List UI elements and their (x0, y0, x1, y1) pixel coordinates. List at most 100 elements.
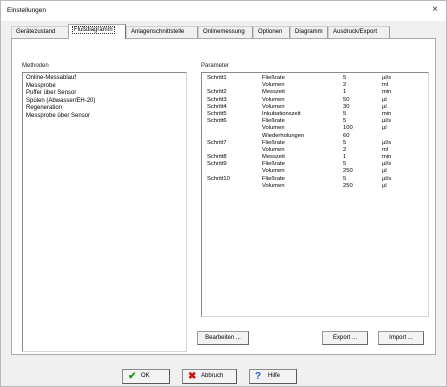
edit-button[interactable]: Bearbeiten ... (197, 331, 249, 345)
check-icon: ✔ (128, 371, 137, 382)
param-name: Volumen (262, 82, 285, 89)
param-step: Schritt5 (207, 110, 227, 117)
tab-panel-flussdiagramm: Methoden Online-Messablauf Messprobe Puf… (11, 38, 436, 355)
table-row[interactable]: Schritt6 Fließrate 5 µl/s (205, 118, 425, 125)
window-title: Einstellungen (7, 7, 47, 14)
param-unit: min (382, 89, 392, 96)
methods-label: Methoden (22, 63, 49, 69)
param-unit: min (382, 154, 392, 161)
list-item[interactable]: Messprobe über Sensor (26, 113, 183, 121)
param-step: Schritt1 (207, 75, 227, 81)
param-name: Volumen (262, 146, 285, 153)
param-name: Volumen (262, 168, 285, 175)
methods-list[interactable]: Online-Messablauf Messprobe Puffer über … (22, 72, 187, 352)
param-name: Fließrate (262, 175, 285, 182)
question-icon: ? (255, 371, 262, 382)
settings-dialog: Einstellungen × Gerätezustand Flußdiagra… (0, 0, 447, 387)
param-step: Schritt9 (207, 161, 227, 168)
export-button[interactable]: Export ... (322, 331, 368, 345)
table-row[interactable]: Volumen 100 µl (205, 125, 425, 132)
param-name: Messzeit (262, 89, 285, 96)
param-step: Schritt2 (207, 89, 227, 96)
ok-button[interactable]: ✔ OK (122, 369, 170, 384)
x-icon: ✖ (188, 371, 197, 382)
param-value: 5 (343, 75, 347, 81)
param-unit: µl (382, 96, 387, 103)
param-value: 50 (343, 96, 350, 103)
help-button[interactable]: ? Hilfe (249, 369, 297, 384)
param-value: 5 (343, 139, 347, 146)
table-row[interactable]: Volumen 2 ml (205, 82, 425, 89)
param-value: 100 (343, 125, 353, 132)
param-name: Fließrate (262, 75, 285, 81)
import-button[interactable]: Import ... (378, 331, 424, 345)
table-row[interactable]: Volumen 2 ml (205, 147, 425, 154)
parameters-list[interactable]: Schritt1 Fließrate 5 µl/s Volumen 2 ml Schritt2… (201, 72, 429, 317)
table-row[interactable]: Volumen 250 µl (205, 168, 425, 175)
table-row[interactable]: Wiederholungen 60 (205, 133, 425, 140)
param-value: 5 (343, 175, 347, 182)
param-step: Schritt10 (207, 175, 230, 182)
list-item[interactable]: Spülen (Abwasser/EH-20) (26, 98, 183, 106)
title-bar: Einstellungen × (1, 1, 446, 21)
table-row[interactable]: Schritt8 Messzeit 1 min (205, 154, 425, 161)
param-unit: µl (382, 182, 387, 189)
param-unit: µl (382, 103, 387, 110)
close-icon[interactable]: × (432, 5, 438, 15)
param-value: 5 (343, 161, 347, 168)
list-item[interactable]: Messprobe (26, 83, 183, 91)
param-unit: µl (382, 125, 387, 132)
param-unit: µl/s (382, 75, 392, 81)
parameters-label: Parameter (201, 63, 230, 69)
table-row[interactable]: Schritt1 Fließrate 5 µl/s (205, 75, 425, 82)
param-value: 5 (343, 118, 347, 125)
tab-strip: Gerätezustand Flußdiagramm Anlagenschnit… (11, 24, 436, 39)
tab-flussdiagramm[interactable]: Flußdiagramm (68, 24, 126, 39)
table-row[interactable]: Volumen 250 µl (205, 183, 425, 190)
param-step: Schritt8 (207, 154, 227, 161)
table-row[interactable]: Schritt10 Fließrate 5 µl/s (205, 176, 425, 183)
param-value: 60 (343, 132, 350, 139)
param-step: Schritt4 (207, 103, 227, 110)
param-value: 2 (343, 82, 347, 89)
table-row[interactable]: Schritt5 Inkubationszeit 5 min (205, 111, 425, 118)
param-step: Schritt7 (207, 139, 227, 146)
param-value: 30 (343, 103, 350, 110)
param-value: 250 (343, 182, 353, 189)
param-unit: µl/s (382, 175, 392, 182)
table-row[interactable]: Schritt7 Fließrate 5 µl/s (205, 140, 425, 147)
param-name: Fließrate (262, 118, 285, 125)
param-value: 250 (343, 168, 353, 175)
dialog-footer: ✔ OK ✖ Abbruch ? Hilfe (1, 364, 446, 386)
param-unit: min (382, 110, 392, 117)
param-name: Fließrate (262, 139, 285, 146)
param-unit: µl/s (382, 118, 392, 125)
param-value: 1 (343, 154, 347, 161)
list-item[interactable]: Puffer über Sensor (26, 90, 183, 98)
param-name: Volumen (262, 182, 285, 189)
param-step: Schritt3 (207, 96, 227, 103)
param-name: Fließrate (262, 161, 285, 168)
table-row[interactable]: Schritt2 Messzeit 1 min (205, 89, 425, 96)
param-step: Schritt6 (207, 118, 227, 125)
param-name: Messzeit (262, 154, 285, 161)
param-unit: ml (382, 146, 389, 153)
cancel-button[interactable]: ✖ Abbruch (182, 369, 237, 384)
param-value: 2 (343, 146, 347, 153)
param-name: Inkubationszeit (262, 110, 301, 117)
param-unit: µl/s (382, 161, 392, 168)
param-value: 1 (343, 89, 347, 96)
table-row[interactable]: Schritt9 Fließrate 5 µl/s (205, 161, 425, 168)
table-row[interactable]: Schritt4 Volumen 30 µl (205, 104, 425, 111)
param-name: Volumen (262, 96, 285, 103)
param-unit: µl/s (382, 139, 392, 146)
param-unit: ml (382, 82, 389, 89)
param-name: Volumen (262, 125, 285, 132)
param-value: 5 (343, 110, 347, 117)
param-name: Volumen (262, 103, 285, 110)
table-row[interactable]: Schritt3 Volumen 50 µl (205, 97, 425, 104)
list-item[interactable]: Regeneration (26, 105, 183, 113)
param-unit: µl (382, 168, 387, 175)
list-item[interactable]: Online-Messablauf (26, 75, 183, 83)
param-name: Wiederholungen (262, 132, 305, 139)
